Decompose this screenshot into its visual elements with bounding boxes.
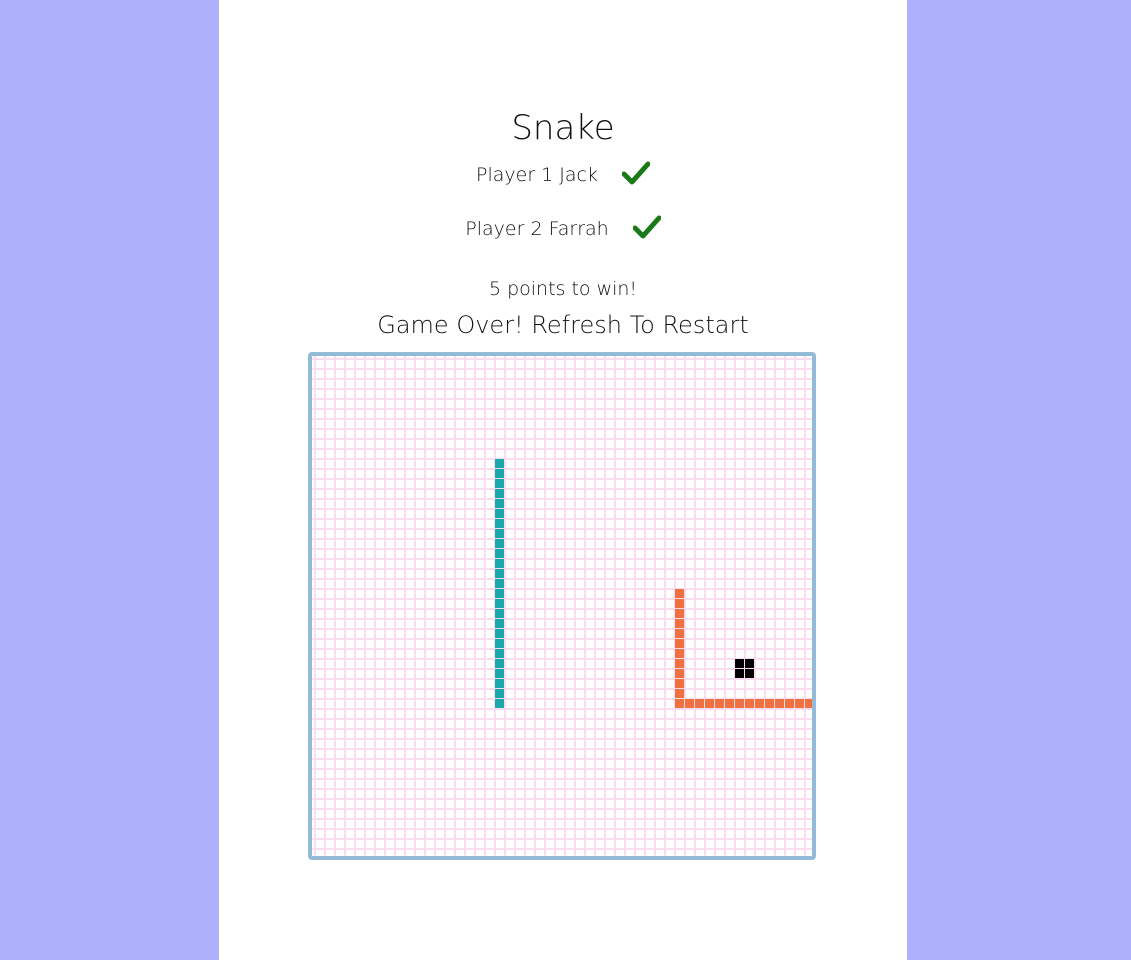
snake-2-segment	[735, 699, 744, 708]
snake-2-segment	[675, 589, 684, 598]
snake-1-segment	[495, 539, 504, 548]
snake-2-segment	[805, 699, 812, 708]
snake-1-segment	[495, 569, 504, 578]
snake-1-segment	[495, 619, 504, 628]
snake-2-segment	[675, 599, 684, 608]
player-2-row: Player 2 Farrah	[219, 214, 907, 244]
snake-1-segment	[495, 549, 504, 558]
snake-2-segment	[765, 699, 774, 708]
snake-2-segment	[705, 699, 714, 708]
snake-1-segment	[495, 479, 504, 488]
snake-2-segment	[675, 609, 684, 618]
snake-2-segment	[675, 629, 684, 638]
game-title: Snake	[511, 108, 615, 148]
snake-1-segment	[495, 559, 504, 568]
snake-1-segment	[495, 579, 504, 588]
player-1-row: Player 1 Jack	[219, 160, 907, 190]
snake-1-segment	[495, 469, 504, 478]
snake-2-segment	[755, 699, 764, 708]
snake-2-segment	[715, 699, 724, 708]
snake-2-segment	[675, 669, 684, 678]
player-1-ready-check-icon	[622, 161, 650, 185]
food-cell	[735, 659, 744, 668]
snake-1-segment	[495, 679, 504, 688]
snake-2-segment	[675, 659, 684, 668]
snake-2-segment	[685, 699, 694, 708]
player-2-name: Player 2 Farrah	[465, 218, 609, 240]
snake-2-segment	[795, 699, 804, 708]
game-status-text: Game Over! Refresh To Restart	[377, 311, 749, 339]
snake-2-segment	[675, 699, 684, 708]
food-cell	[745, 669, 754, 678]
snake-1-segment	[495, 629, 504, 638]
snake-1-segment	[495, 519, 504, 528]
snake-1-segment	[495, 639, 504, 648]
snake-1-segment	[495, 699, 504, 708]
snake-1-segment	[495, 669, 504, 678]
snake-1-segment	[495, 589, 504, 598]
snake-2-segment	[675, 649, 684, 658]
snake-2-segment	[675, 679, 684, 688]
snake-1-segment	[495, 509, 504, 518]
snake-2-segment	[675, 639, 684, 648]
snake-1-segment	[495, 459, 504, 468]
snake-1-segment	[495, 649, 504, 658]
snake-2-segment	[745, 699, 754, 708]
food-cell	[745, 659, 754, 668]
game-panel: Snake Player 1 Jack Player 2 Farrah 5 po…	[219, 0, 907, 960]
snake-1-segment	[495, 689, 504, 698]
snake-1-segment	[495, 659, 504, 668]
player-2-ready-check-icon	[632, 215, 661, 239]
snake-2-segment	[785, 699, 794, 708]
snake-1-segment	[495, 529, 504, 538]
snake-2-segment	[675, 689, 684, 698]
snake-1-segment	[495, 599, 504, 608]
snake-2-segment	[725, 699, 734, 708]
player-1-name: Player 1 Jack	[476, 164, 598, 186]
snake-1-segment	[495, 489, 504, 498]
food-cell	[735, 669, 744, 678]
snake-2-segment	[675, 619, 684, 628]
snake-1-segment	[495, 609, 504, 618]
win-condition-text: 5 points to win!	[488, 278, 638, 300]
snake-2-segment	[695, 699, 704, 708]
game-board[interactable]	[308, 352, 816, 860]
snake-2-segment	[775, 699, 784, 708]
snake-1-segment	[495, 499, 504, 508]
